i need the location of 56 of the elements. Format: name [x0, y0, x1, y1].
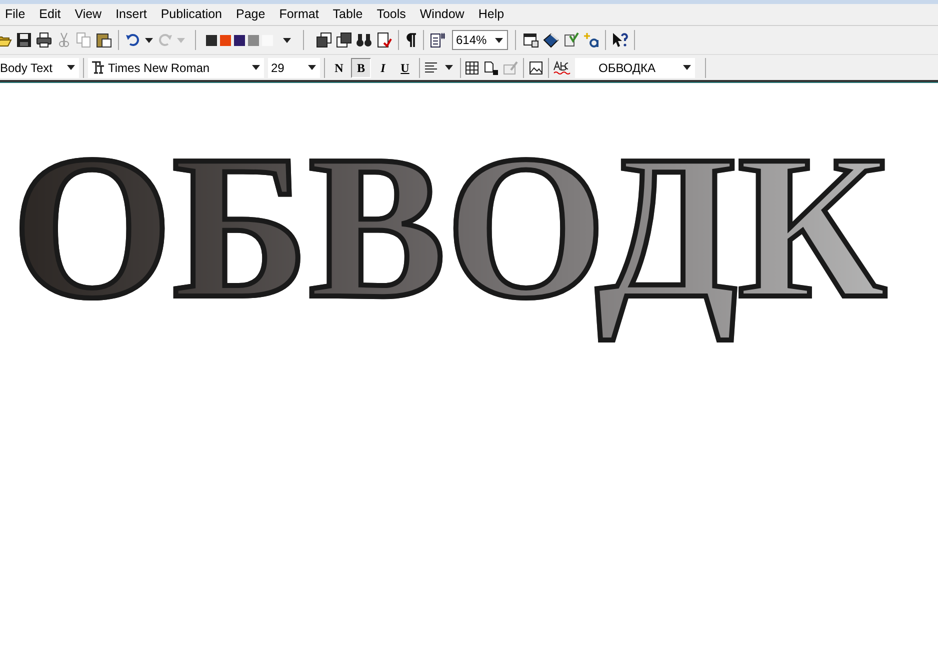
dropdown-caret-icon[interactable]: [308, 65, 316, 70]
menu-item[interactable]: Table: [326, 4, 370, 24]
menu-item[interactable]: Help: [471, 4, 512, 24]
menu-item[interactable]: Tools: [370, 4, 413, 24]
menu-item[interactable]: Window: [412, 4, 472, 24]
table-grid-icon[interactable]: [465, 60, 479, 74]
pilcrow-icon[interactable]: [405, 32, 417, 48]
bring-forward-icon[interactable]: [316, 32, 332, 48]
dropdown-caret-icon[interactable]: [67, 65, 75, 70]
dropdown-caret-icon[interactable]: [145, 38, 153, 42]
color-swatch[interactable]: [248, 34, 259, 46]
font-size-dropdown[interactable]: 29: [268, 58, 320, 78]
font-type-icon: [91, 61, 105, 74]
dropdown-caret-icon[interactable]: [252, 65, 260, 70]
dropdown-caret-icon[interactable]: [683, 65, 691, 70]
help-pointer-icon[interactable]: [612, 32, 628, 48]
calendar-window-icon[interactable]: [523, 32, 539, 48]
dropdown-caret-icon: [177, 38, 185, 42]
paste-icon[interactable]: [96, 32, 112, 48]
format-underline-button[interactable]: U: [395, 58, 415, 78]
save-icon[interactable]: [16, 32, 32, 48]
menu-item[interactable]: Edit: [32, 4, 68, 24]
color-swatch[interactable]: [206, 34, 217, 46]
redo-icon: [157, 32, 173, 48]
print-icon[interactable]: [36, 32, 52, 48]
style-dropdown[interactable]: Body Text: [0, 58, 79, 78]
spelling-dropdown[interactable]: ОБВОДКА: [575, 58, 695, 78]
menu-item[interactable]: Format: [272, 4, 326, 24]
sparkle-letter-icon[interactable]: [583, 32, 599, 48]
format-normal-button[interactable]: N: [329, 58, 349, 78]
dropdown-caret-icon[interactable]: [445, 65, 453, 70]
book-icon[interactable]: [543, 32, 559, 48]
page-arrow-icon[interactable]: [483, 60, 499, 76]
menu-item[interactable]: Publication: [154, 4, 229, 24]
documents-check-icon[interactable]: [563, 32, 579, 48]
format-bold-button[interactable]: B: [351, 58, 371, 78]
align-left-icon[interactable]: [424, 60, 438, 74]
numbered-list-icon[interactable]: [430, 32, 446, 48]
format-italic-button[interactable]: I: [373, 58, 393, 78]
font-dropdown[interactable]: Times New Roman: [88, 58, 264, 78]
document-check-icon[interactable]: [376, 32, 392, 48]
dropdown-caret-icon[interactable]: [283, 38, 291, 42]
zoom-dropdown[interactable]: 614%: [452, 30, 508, 50]
menu-item[interactable]: Page: [229, 4, 272, 24]
undo-icon[interactable]: [125, 32, 141, 48]
spell-check-icon[interactable]: [553, 60, 571, 74]
frame-icon[interactable]: [528, 60, 544, 76]
color-swatch[interactable]: [220, 34, 231, 46]
send-backward-icon[interactable]: [336, 32, 352, 48]
form-pencil-icon: [503, 60, 519, 76]
menu-item[interactable]: Insert: [108, 4, 154, 24]
dropdown-caret-icon[interactable]: [495, 38, 503, 42]
binoculars-icon[interactable]: [356, 32, 372, 48]
menu-item[interactable]: File: [0, 4, 32, 24]
menu-item[interactable]: View: [68, 4, 109, 24]
color-swatch[interactable]: [234, 34, 245, 46]
